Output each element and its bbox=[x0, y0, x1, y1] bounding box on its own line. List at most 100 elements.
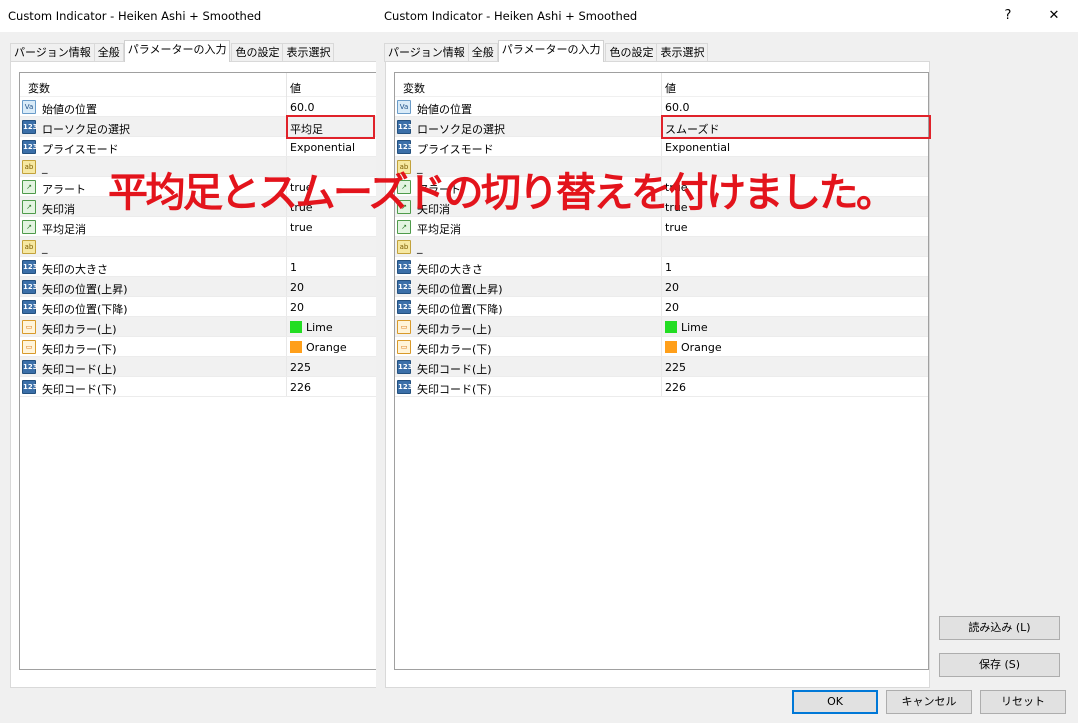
parameter-row[interactable]: ▭ 矢印カラー(上) Lime bbox=[20, 317, 377, 337]
parameter-name: 矢印カラー(上) bbox=[417, 323, 492, 336]
cell-separator bbox=[286, 317, 287, 336]
parameter-value[interactable]: true bbox=[665, 221, 688, 234]
right-grid-header: 変数 値 bbox=[395, 73, 928, 97]
parameter-row[interactable]: 123 矢印コード(上) 225 bbox=[20, 357, 377, 377]
parameter-name: 矢印消 bbox=[42, 203, 75, 216]
integer-type-icon: 123 bbox=[397, 120, 413, 134]
parameter-name: 矢印カラー(下) bbox=[42, 343, 117, 356]
parameter-value[interactable]: 1 bbox=[290, 261, 297, 274]
left-grid-header: 変数 値 bbox=[20, 73, 377, 97]
right-indicator-dialog: Custom Indicator - Heiken Ashi + Smoothe… bbox=[376, 0, 1078, 723]
parameter-value[interactable]: 20 bbox=[290, 281, 304, 294]
column-header-variable: 変数 bbox=[28, 82, 50, 95]
parameter-row[interactable]: ▭ 矢印カラー(下) Orange bbox=[395, 337, 928, 357]
parameter-value[interactable]: 20 bbox=[665, 301, 679, 314]
parameter-row[interactable]: ab _ bbox=[20, 237, 377, 257]
boolean-type-icon: ↗ bbox=[22, 180, 36, 194]
parameter-row[interactable]: 123 矢印の位置(下降) 20 bbox=[20, 297, 377, 317]
left-window-title: Custom Indicator - Heiken Ashi + Smoothe… bbox=[8, 9, 262, 23]
color-swatch bbox=[665, 321, 677, 333]
cell-separator bbox=[286, 217, 287, 236]
integer-type-icon: 123 bbox=[22, 300, 38, 314]
save-button[interactable]: 保存 (S) bbox=[939, 653, 1060, 677]
cell-separator bbox=[661, 337, 662, 356]
parameter-value[interactable]: true bbox=[290, 221, 313, 234]
parameter-name: ローソク足の選択 bbox=[42, 123, 130, 136]
integer-type-icon: 123 bbox=[22, 280, 38, 294]
parameter-row[interactable]: ↗ 平均足消 true bbox=[395, 217, 928, 237]
parameter-row[interactable]: ▭ 矢印カラー(下) Orange bbox=[20, 337, 377, 357]
tab-3[interactable]: 色の設定 bbox=[605, 43, 658, 62]
parameter-value[interactable]: Exponential bbox=[290, 141, 355, 154]
parameter-value[interactable]: Lime bbox=[290, 321, 333, 334]
left-indicator-dialog: Custom Indicator - Heiken Ashi + Smoothe… bbox=[0, 0, 378, 723]
parameter-name: _ bbox=[42, 241, 48, 254]
parameter-row[interactable]: 123 矢印コード(下) 226 bbox=[395, 377, 928, 397]
double-type-icon: Va bbox=[22, 100, 36, 114]
ok-button[interactable]: OK bbox=[792, 690, 878, 714]
parameter-name: 矢印の大きさ bbox=[417, 263, 483, 276]
parameter-row[interactable]: 123 矢印コード(下) 226 bbox=[20, 377, 377, 397]
annotation-caption: 平均足とスムーズドの切り替えを付けました。 bbox=[108, 170, 896, 216]
parameter-value[interactable]: Orange bbox=[290, 341, 347, 354]
cell-separator bbox=[661, 317, 662, 336]
tab-0[interactable]: パージョン情報 bbox=[384, 43, 469, 62]
parameter-value[interactable]: 226 bbox=[290, 381, 311, 394]
parameter-value-text: true bbox=[290, 221, 313, 234]
parameter-row[interactable]: 123 プライスモード Exponential bbox=[395, 137, 928, 157]
tab-1[interactable]: 全般 bbox=[93, 43, 124, 62]
parameter-row[interactable]: ab _ bbox=[395, 237, 928, 257]
cell-separator bbox=[286, 377, 287, 396]
parameter-row[interactable]: 123 矢印の大きさ 1 bbox=[395, 257, 928, 277]
boolean-type-icon: ↗ bbox=[397, 220, 411, 234]
parameter-row[interactable]: 123 矢印の位置(上昇) 20 bbox=[20, 277, 377, 297]
parameter-value[interactable]: Exponential bbox=[665, 141, 730, 154]
parameter-value[interactable]: 20 bbox=[290, 301, 304, 314]
parameter-row[interactable]: 123 矢印の位置(上昇) 20 bbox=[395, 277, 928, 297]
parameter-name: 矢印の位置(下降) bbox=[42, 303, 128, 316]
help-icon[interactable]: ? bbox=[998, 6, 1018, 26]
parameter-value[interactable]: 225 bbox=[665, 361, 686, 374]
color-swatch bbox=[290, 321, 302, 333]
reset-button[interactable]: リセット bbox=[980, 690, 1066, 714]
tab-2[interactable]: パラメーターの入力 bbox=[123, 40, 231, 62]
parameter-value-text: 1 bbox=[290, 261, 297, 274]
parameter-row[interactable]: ▭ 矢印カラー(上) Lime bbox=[395, 317, 928, 337]
parameter-value[interactable]: 60.0 bbox=[290, 101, 315, 114]
parameter-row[interactable]: Va 始値の位置 60.0 bbox=[20, 97, 377, 117]
integer-type-icon: 123 bbox=[397, 260, 413, 274]
parameter-value[interactable]: Orange bbox=[665, 341, 722, 354]
right-parameter-rows: Va 始値の位置 60.0 123 ローソク足の選択 スムーズド 123 プライスモード Exp… bbox=[395, 97, 928, 397]
integer-type-icon: 123 bbox=[22, 140, 38, 154]
cell-separator bbox=[661, 357, 662, 376]
tab-4[interactable]: 表示選択 bbox=[282, 43, 335, 62]
tab-0[interactable]: パージョン情報 bbox=[10, 43, 95, 62]
integer-type-icon: 123 bbox=[397, 280, 413, 294]
parameter-value[interactable]: 1 bbox=[665, 261, 672, 274]
left-tab-panel: 変数 値 Va 始値の位置 60.0 123 ローソク足の選択 平均足 123 プライスモード… bbox=[10, 61, 377, 688]
parameter-value-text: 20 bbox=[290, 281, 304, 294]
tab-1[interactable]: 全般 bbox=[467, 43, 498, 62]
tab-4[interactable]: 表示選択 bbox=[656, 43, 709, 62]
close-icon[interactable]: ✕ bbox=[1044, 6, 1064, 26]
parameter-row[interactable]: 123 矢印コード(上) 225 bbox=[395, 357, 928, 377]
load-button[interactable]: 読み込み (L) bbox=[939, 616, 1060, 640]
parameter-value[interactable]: Lime bbox=[665, 321, 708, 334]
parameter-value[interactable]: 225 bbox=[290, 361, 311, 374]
parameter-value[interactable]: 20 bbox=[665, 281, 679, 294]
parameter-value[interactable]: 226 bbox=[665, 381, 686, 394]
tab-2[interactable]: パラメーターの入力 bbox=[497, 40, 605, 62]
right-tab-panel: 変数 値 Va 始値の位置 60.0 123 ローソク足の選択 スムーズド 123 プライスモ… bbox=[385, 61, 931, 688]
parameter-value[interactable]: 60.0 bbox=[665, 101, 690, 114]
integer-type-icon: 123 bbox=[22, 260, 38, 274]
parameter-row[interactable]: 123 矢印の大きさ 1 bbox=[20, 257, 377, 277]
tab-3[interactable]: 色の設定 bbox=[231, 43, 284, 62]
parameter-row[interactable]: Va 始値の位置 60.0 bbox=[395, 97, 928, 117]
parameter-row[interactable]: 123 矢印の位置(下降) 20 bbox=[395, 297, 928, 317]
parameter-value-text: 20 bbox=[665, 281, 679, 294]
parameter-row[interactable]: 123 プライスモード Exponential bbox=[20, 137, 377, 157]
parameter-row[interactable]: ↗ 平均足消 true bbox=[20, 217, 377, 237]
integer-type-icon: 123 bbox=[397, 140, 413, 154]
cancel-button[interactable]: キャンセル bbox=[886, 690, 972, 714]
parameter-value-text: Orange bbox=[681, 341, 722, 354]
